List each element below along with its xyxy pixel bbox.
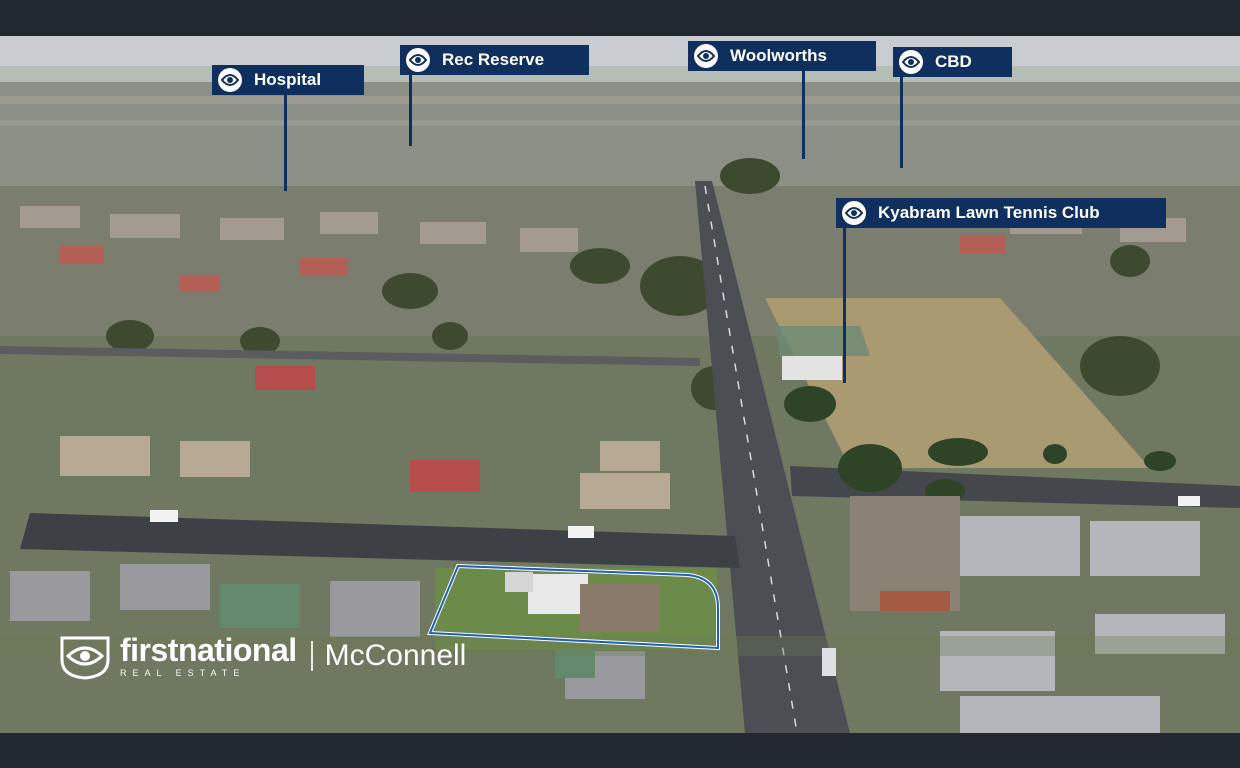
rec-reserve-label-text: Rec Reserve	[442, 50, 545, 69]
cbd-pin	[900, 77, 903, 168]
first-national-logo-icon	[694, 44, 718, 68]
brand-name-block: firstnational REAL ESTATE	[120, 634, 297, 678]
hospital-label-text: Hospital	[254, 70, 322, 89]
first-national-logo-icon	[842, 201, 866, 225]
tennis-club-label: Kyabram Lawn Tennis Club	[836, 198, 1166, 228]
brand-name: firstnational	[120, 632, 297, 668]
woolworths-pin	[802, 71, 805, 159]
cbd-label-text: CBD	[935, 52, 972, 71]
letterbox-bottom-bar	[0, 733, 1240, 768]
tennis-club-label-text: Kyabram Lawn Tennis Club	[878, 203, 1100, 222]
woolworths-label-text: Woolworths	[730, 46, 827, 65]
first-national-logo-icon	[218, 68, 242, 92]
brand-office: McConnell	[310, 641, 466, 671]
agency-watermark: firstnational REAL ESTATE McConnell	[58, 628, 466, 684]
cbd-label: CBD	[893, 47, 1012, 77]
woolworths-label: Woolworths	[688, 41, 876, 71]
rec-reserve-pin	[409, 75, 412, 146]
first-national-watermark-logo-icon	[60, 636, 110, 680]
brand-subtitle: REAL ESTATE	[120, 668, 246, 678]
rec-reserve-label: Rec Reserve	[400, 45, 589, 75]
first-national-logo-icon	[406, 48, 430, 72]
first-national-logo-icon	[899, 50, 923, 74]
hospital-label: Hospital	[212, 65, 364, 95]
hospital-pin	[284, 95, 287, 191]
tennis-club-pin	[843, 227, 846, 383]
